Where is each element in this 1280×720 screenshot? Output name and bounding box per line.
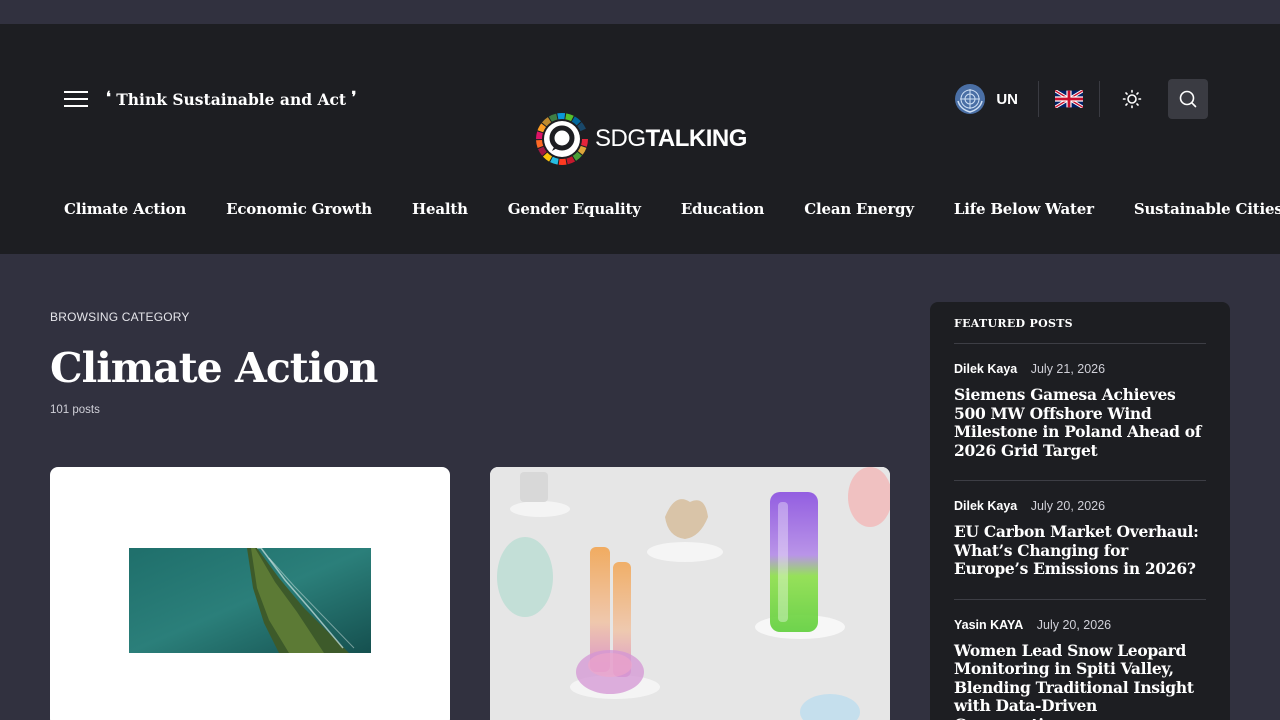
- sidebar-title: FEATURED POSTS: [954, 302, 1206, 344]
- aerial-coast-image: [129, 548, 371, 653]
- post-date: July 21, 2026: [1030, 362, 1106, 376]
- logo-text: SDGTALKING: [595, 125, 747, 152]
- nav-economic-growth[interactable]: Economic Growth: [226, 200, 372, 218]
- post-card-image[interactable]: [50, 467, 450, 720]
- main-nav: Climate Action Economic Growth Health Ge…: [64, 200, 1280, 218]
- nav-life-below-water[interactable]: Life Below Water: [954, 200, 1094, 218]
- post-meta: Dilek Kaya July 21, 2026: [954, 362, 1206, 376]
- hamburger-icon[interactable]: [64, 91, 88, 107]
- language-switch[interactable]: [1055, 90, 1083, 108]
- nav-health[interactable]: Health: [412, 200, 468, 218]
- post-title-link[interactable]: Siemens Gamesa Achieves 500 MW Offshore …: [954, 385, 1206, 460]
- search-icon: [1179, 90, 1197, 108]
- nav-sustainable-cities[interactable]: Sustainable Cities: [1134, 200, 1280, 218]
- site-header: ❛ Think Sustainable and Act ❜ SDGTALKING…: [0, 24, 1280, 254]
- page-title: Climate Action: [50, 344, 378, 392]
- featured-posts-sidebar: FEATURED POSTS Dilek Kaya July 21, 2026 …: [930, 302, 1230, 720]
- uk-flag-icon: [1055, 90, 1083, 108]
- un-label: UN: [996, 90, 1018, 108]
- post-date: July 20, 2026: [1030, 499, 1106, 513]
- post-meta: Yasin KAYA July 20, 2026: [954, 618, 1206, 632]
- post-author[interactable]: Dilek Kaya: [954, 362, 1017, 376]
- nav-climate-action[interactable]: Climate Action: [64, 200, 186, 218]
- featured-post: Yasin KAYA July 20, 2026 Women Lead Snow…: [954, 600, 1206, 720]
- post-author[interactable]: Yasin KAYA: [954, 618, 1023, 632]
- post-title-link[interactable]: Women Lead Snow Leopard Monitoring in Sp…: [954, 641, 1206, 720]
- tools-divider: [1099, 81, 1100, 117]
- featured-post: Dilek Kaya July 20, 2026 EU Carbon Marke…: [954, 481, 1206, 600]
- un-emblem-icon: [955, 84, 986, 114]
- browsing-label: BROWSING CATEGORY: [50, 310, 190, 324]
- sun-icon: [1122, 89, 1142, 109]
- search-button[interactable]: [1168, 79, 1208, 119]
- featured-post: Dilek Kaya July 21, 2026 Siemens Gamesa …: [954, 344, 1206, 481]
- post-count: 101 posts: [50, 404, 100, 416]
- nav-clean-energy[interactable]: Clean Energy: [804, 200, 914, 218]
- nav-education[interactable]: Education: [681, 200, 765, 218]
- sdg-wheel-icon: [536, 113, 588, 165]
- site-logo[interactable]: SDGTALKING: [535, 111, 747, 167]
- glass-sculptures-image: [490, 467, 890, 720]
- top-strip: [0, 0, 1280, 24]
- theme-toggle[interactable]: [1122, 89, 1142, 109]
- nav-gender-equality[interactable]: Gender Equality: [508, 200, 641, 218]
- post-card-image[interactable]: [490, 467, 890, 720]
- site-tagline: ❛ Think Sustainable and Act ❜: [106, 88, 357, 109]
- un-link[interactable]: UN: [954, 83, 1038, 115]
- post-date: July 20, 2026: [1036, 617, 1112, 632]
- header-tools: UN: [954, 79, 1208, 119]
- post-meta: Dilek Kaya July 20, 2026: [954, 499, 1206, 513]
- post-title-link[interactable]: EU Carbon Market Overhaul: What’s Changi…: [954, 522, 1206, 579]
- tools-divider: [1038, 81, 1039, 117]
- post-author[interactable]: Dilek Kaya: [954, 499, 1017, 513]
